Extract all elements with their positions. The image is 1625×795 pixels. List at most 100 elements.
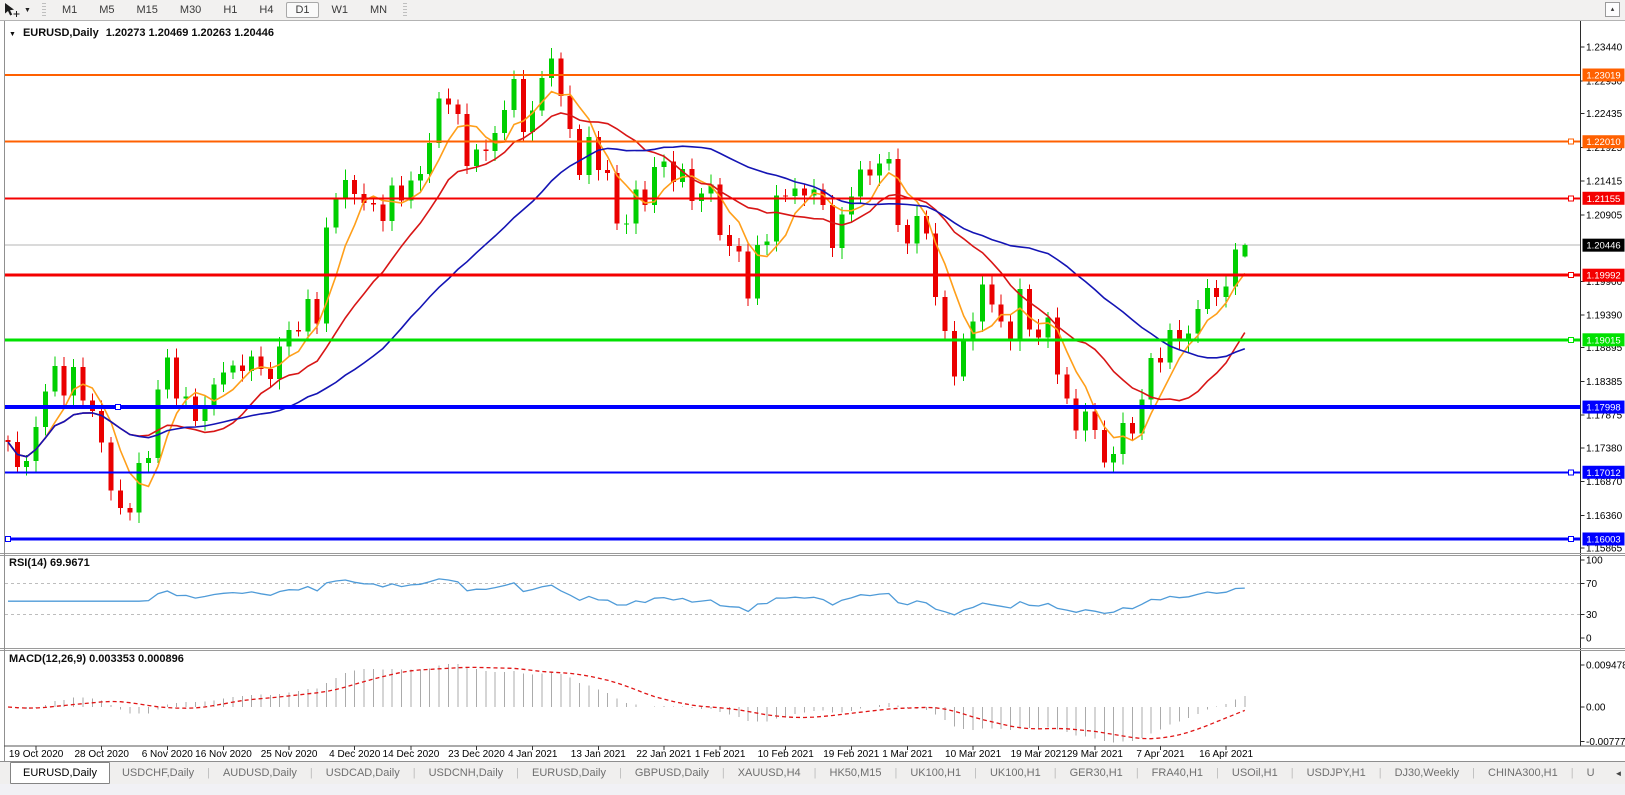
rsi-indicator-label: RSI(14) 69.9671 <box>9 557 90 569</box>
svg-text:1.23019: 1.23019 <box>1586 71 1620 82</box>
chart-ohlc-values: 1.20273 1.20469 1.20263 1.20446 <box>105 27 274 39</box>
crosshair-cursor-icon[interactable] <box>3 2 23 18</box>
svg-text:1.20446: 1.20446 <box>1586 241 1620 252</box>
hline-marker <box>115 404 121 411</box>
status-strip <box>0 784 1625 795</box>
svg-text:70: 70 <box>1586 579 1598 590</box>
chart-title-caret[interactable]: ▼ <box>9 31 16 38</box>
svg-text:0.00: 0.00 <box>1586 703 1606 714</box>
hline-marker <box>1568 535 1574 542</box>
svg-text:1.22010: 1.22010 <box>1586 137 1620 148</box>
chart-symbol-period: EURUSD,Daily <box>22 27 99 39</box>
svg-text:1.17380: 1.17380 <box>1586 443 1623 454</box>
svg-text:19 Mar 2021: 19 Mar 2021 <box>1011 749 1068 760</box>
svg-text:16 Apr 2021: 16 Apr 2021 <box>1199 749 1253 760</box>
svg-text:30: 30 <box>1586 610 1598 621</box>
tab-uk100-h1[interactable]: UK100,H1 <box>898 762 973 784</box>
tab-audusd-daily[interactable]: AUDUSD,Daily <box>211 762 309 784</box>
svg-text:19 Oct 2020: 19 Oct 2020 <box>9 749 64 760</box>
mt4-terminal: ▼ M1 M5 M15 M30 H1 H4 D1 W1 MN ▴ 1.23440 1.22930 1… <box>0 0 1625 795</box>
timeframe-button-h1[interactable]: H1 <box>214 2 246 18</box>
tab-eurusd-daily[interactable]: EURUSD,Daily <box>520 762 618 784</box>
svg-text:1.21155: 1.21155 <box>1587 194 1621 205</box>
svg-text:22 Jan 2021: 22 Jan 2021 <box>636 749 691 760</box>
tab-gbpusd-daily[interactable]: GBPUSD,Daily <box>623 762 721 784</box>
toolbar-grip[interactable] <box>403 3 408 17</box>
hline-marker <box>5 535 11 542</box>
svg-text:10 Feb 2021: 10 Feb 2021 <box>758 749 815 760</box>
timeframe-toolbar: ▼ M1 M5 M15 M30 H1 H4 D1 W1 MN ▴ <box>0 0 1625 21</box>
svg-text:1.19390: 1.19390 <box>1586 310 1623 321</box>
svg-text:0.009478: 0.009478 <box>1586 661 1625 672</box>
tab-uk100-h1[interactable]: UK100,H1 <box>978 762 1053 784</box>
svg-text:29 Mar 2021: 29 Mar 2021 <box>1067 749 1124 760</box>
svg-text:4 Dec 2020: 4 Dec 2020 <box>329 749 381 760</box>
svg-text:1.22435: 1.22435 <box>1586 109 1623 120</box>
timeframe-button-h4[interactable]: H4 <box>250 2 282 18</box>
svg-text:1 Feb 2021: 1 Feb 2021 <box>695 749 746 760</box>
svg-text:1.20905: 1.20905 <box>1586 210 1623 221</box>
tabs-scroll-left-button[interactable]: ◄ <box>1615 769 1623 778</box>
candlesticks <box>5 48 1248 524</box>
tab-fra40-h1[interactable]: FRA40,H1 <box>1140 762 1215 784</box>
tab-usdchf-daily[interactable]: USDCHF,Daily <box>110 762 206 784</box>
chart-canvas[interactable]: 1.234401.229301.224351.219251.214151.209… <box>0 21 1625 761</box>
tab-scroll-arrows: ◄ ► <box>1607 762 1625 784</box>
svg-text:1.17012: 1.17012 <box>1586 468 1620 479</box>
tab-hk50-m15[interactable]: HK50,M15 <box>818 762 894 784</box>
timeframe-button-mn[interactable]: MN <box>361 2 396 18</box>
svg-text:1.16360: 1.16360 <box>1586 511 1623 522</box>
svg-text:1.19992: 1.19992 <box>1586 271 1620 282</box>
hline-marker <box>1568 138 1574 145</box>
svg-text:13 Jan 2021: 13 Jan 2021 <box>571 749 626 760</box>
timeframe-button-d1[interactable]: D1 <box>286 2 319 18</box>
toolbar-overflow-button[interactable]: ▴ <box>1605 2 1620 17</box>
svg-text:7 Apr 2021: 7 Apr 2021 <box>1136 749 1185 760</box>
timeframe-button-m1[interactable]: M1 <box>53 2 86 18</box>
svg-text:28 Oct 2020: 28 Oct 2020 <box>74 749 129 760</box>
chart-window: 1.23440 1.22930 1.22435 1.21925 1.21415 1.209… <box>0 21 1625 761</box>
svg-text:14 Dec 2020: 14 Dec 2020 <box>383 749 440 760</box>
toolbar-grip[interactable] <box>41 3 46 17</box>
svg-text:23 Dec 2020: 23 Dec 2020 <box>448 749 505 760</box>
svg-text:16 Nov 2020: 16 Nov 2020 <box>195 749 252 760</box>
svg-text:25 Nov 2020: 25 Nov 2020 <box>261 749 318 760</box>
timeframe-buttons: M1 M5 M15 M30 H1 H4 D1 W1 MN <box>53 2 396 18</box>
timeframe-button-m30[interactable]: M30 <box>171 2 210 18</box>
svg-text:1.23440: 1.23440 <box>1586 43 1623 54</box>
svg-text:1.18385: 1.18385 <box>1586 377 1623 388</box>
chart-tab-bar: EURUSD,Daily USDCHF,Daily | AUDUSD,Daily | US… <box>0 761 1625 784</box>
hline-marker <box>1568 272 1574 279</box>
tab-u[interactable]: U <box>1575 762 1607 784</box>
svg-text:1.16003: 1.16003 <box>1586 534 1620 545</box>
svg-text:0: 0 <box>1586 634 1592 645</box>
svg-text:1.17998: 1.17998 <box>1586 403 1620 414</box>
toolbar-dropdown-caret[interactable]: ▼ <box>24 7 31 14</box>
hline-marker <box>1568 195 1574 202</box>
timeframe-button-m15[interactable]: M15 <box>128 2 167 18</box>
svg-text:1.19015: 1.19015 <box>1586 335 1620 346</box>
chart-title: ▼ EURUSD,Daily 1.20273 1.20469 1.20263 1… <box>9 27 274 39</box>
svg-text:1.21415: 1.21415 <box>1586 177 1623 188</box>
hline-marker <box>1568 336 1574 343</box>
tab-eurusd-daily[interactable]: EURUSD,Daily <box>10 762 110 784</box>
tab-dj30-weekly[interactable]: DJ30,Weekly <box>1383 762 1472 784</box>
svg-text:1.16870: 1.16870 <box>1586 477 1623 488</box>
rsi-line <box>8 578 1245 616</box>
svg-text:1 Mar 2021: 1 Mar 2021 <box>882 749 933 760</box>
svg-text:10 Mar 2021: 10 Mar 2021 <box>945 749 1002 760</box>
svg-text:6 Nov 2020: 6 Nov 2020 <box>142 749 194 760</box>
tab-ger30-h1[interactable]: GER30,H1 <box>1058 762 1135 784</box>
hline-marker <box>1568 469 1574 476</box>
tab-usdjpy-h1[interactable]: USDJPY,H1 <box>1295 762 1378 784</box>
timeframe-button-w1[interactable]: W1 <box>323 2 358 18</box>
tab-usdcad-daily[interactable]: USDCAD,Daily <box>314 762 412 784</box>
timeframe-button-m5[interactable]: M5 <box>90 2 123 18</box>
tab-china300-h1[interactable]: CHINA300,H1 <box>1476 762 1570 784</box>
svg-text:19 Feb 2021: 19 Feb 2021 <box>823 749 880 760</box>
svg-text:100: 100 <box>1586 556 1603 567</box>
macd-indicator-label: MACD(12,26,9) 0.003353 0.000896 <box>9 653 184 665</box>
tab-xauusd-h4[interactable]: XAUUSD,H4 <box>726 762 813 784</box>
tab-usdcnh-daily[interactable]: USDCNH,Daily <box>417 762 516 784</box>
tab-usoil-h1[interactable]: USOil,H1 <box>1220 762 1290 784</box>
